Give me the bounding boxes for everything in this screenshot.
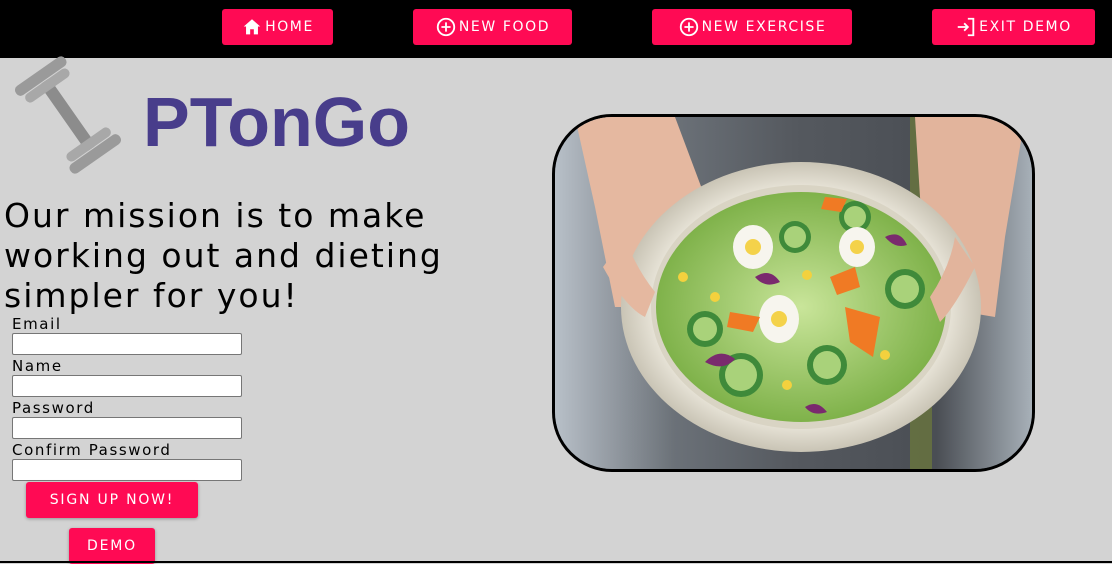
navbar: HOME NEW FOOD NEW EXERCISE EXIT DEMO	[0, 0, 1112, 58]
nav-new-exercise-label: NEW EXERCISE	[701, 19, 827, 35]
add-circle-icon	[678, 16, 700, 38]
sign-up-button[interactable]: SIGN UP NOW!	[26, 482, 198, 518]
nav-new-food-button[interactable]: NEW FOOD	[413, 9, 572, 45]
exit-icon	[955, 16, 977, 38]
nav-exit-demo-label: EXIT DEMO	[979, 19, 1072, 35]
salad-bowl-photo	[552, 114, 1035, 472]
home-icon	[241, 16, 263, 38]
confirm-password-field[interactable]	[12, 459, 242, 481]
name-label: Name	[12, 357, 63, 375]
signup-form: Email Name Password Confirm Password	[12, 315, 252, 483]
brand-title: PTonGo	[143, 83, 410, 161]
email-field[interactable]	[12, 333, 242, 355]
name-field[interactable]	[12, 375, 242, 397]
nav-home-button[interactable]: HOME	[222, 9, 333, 45]
nav-exit-demo-button[interactable]: EXIT DEMO	[932, 9, 1095, 45]
nav-home-label: HOME	[265, 19, 314, 35]
demo-button[interactable]: DEMO	[69, 528, 155, 564]
add-circle-icon	[435, 16, 457, 38]
password-field[interactable]	[12, 417, 242, 439]
email-label: Email	[12, 315, 62, 333]
nav-new-food-label: NEW FOOD	[458, 19, 551, 35]
password-label: Password	[12, 399, 95, 417]
dumbbell-icon	[12, 56, 124, 174]
confirm-password-label: Confirm Password	[12, 441, 172, 459]
nav-new-exercise-button[interactable]: NEW EXERCISE	[652, 9, 852, 45]
mission-statement: Our mission is to make working out and d…	[4, 196, 443, 315]
